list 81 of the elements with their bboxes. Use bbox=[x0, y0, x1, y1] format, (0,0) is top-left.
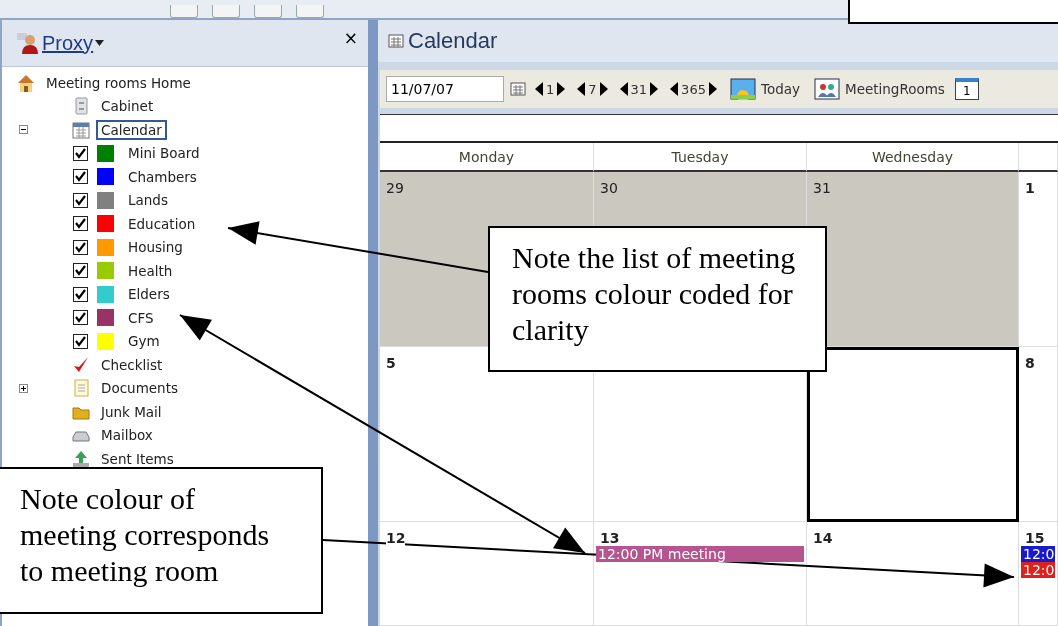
expand-toggle[interactable] bbox=[19, 383, 28, 393]
day-cell[interactable]: 1 bbox=[1019, 172, 1058, 347]
left-triangle-icon bbox=[619, 82, 628, 96]
day-number: 15 bbox=[1025, 530, 1045, 546]
calendar-icon bbox=[388, 34, 404, 48]
day-number: 1 bbox=[1025, 180, 1035, 196]
day-cell[interactable]: 14 bbox=[807, 522, 1019, 626]
tree-item[interactable]: Education bbox=[123, 213, 201, 234]
checkbox[interactable] bbox=[73, 263, 88, 279]
tree-item[interactable]: Mailbox bbox=[96, 425, 158, 446]
plus-icon bbox=[20, 384, 27, 392]
left-triangle-icon bbox=[670, 82, 679, 96]
right-triangle-icon bbox=[599, 82, 608, 96]
day-number: 31 bbox=[813, 180, 831, 196]
event[interactable]: 12:0 bbox=[1021, 562, 1055, 578]
checkbox[interactable] bbox=[73, 145, 88, 161]
checkbox[interactable] bbox=[73, 333, 88, 349]
day-cell[interactable]: 15 12:0 12:0 bbox=[1019, 522, 1058, 626]
tree-item[interactable]: Cabinet bbox=[96, 96, 159, 117]
day-number: 8 bbox=[1025, 355, 1035, 371]
house-icon bbox=[16, 72, 36, 93]
checkbox[interactable] bbox=[73, 169, 88, 185]
day-cell[interactable] bbox=[807, 347, 1019, 522]
day-number: 30 bbox=[600, 180, 618, 196]
step-control[interactable]: 365 bbox=[667, 81, 720, 97]
tree-item[interactable]: Calendar bbox=[96, 119, 167, 140]
right-triangle-icon bbox=[557, 82, 566, 96]
panel-title: Calendar bbox=[408, 28, 498, 54]
note-tooltip: Note the list of meeting rooms colour coded for clarity bbox=[488, 226, 827, 372]
tree-item[interactable]: Mini Board bbox=[123, 143, 205, 164]
caret-icon bbox=[95, 40, 105, 46]
tree-item[interactable]: Lands bbox=[123, 190, 173, 211]
step-control[interactable]: 7 bbox=[574, 81, 611, 97]
day-number: 29 bbox=[386, 180, 404, 196]
tree-item[interactable]: Health bbox=[123, 260, 178, 281]
checkbox[interactable] bbox=[73, 192, 88, 208]
checkbox[interactable] bbox=[73, 216, 88, 232]
day-number: 14 bbox=[813, 530, 833, 546]
checkbox[interactable] bbox=[73, 286, 88, 302]
left-triangle-icon bbox=[535, 82, 543, 96]
today-button[interactable]: Today bbox=[725, 78, 804, 100]
meeting-rooms-button[interactable]: MeetingRooms bbox=[810, 78, 949, 100]
event[interactable]: 12:0 bbox=[1021, 546, 1055, 562]
checkbox[interactable] bbox=[73, 310, 88, 326]
day-number: 5 bbox=[386, 355, 396, 371]
day-number: 12 bbox=[386, 530, 406, 546]
view-button[interactable]: 1 bbox=[954, 78, 979, 100]
tree-item[interactable]: Checklist bbox=[96, 354, 168, 375]
day-cell[interactable]: 12 bbox=[380, 522, 594, 626]
person-icon bbox=[16, 31, 40, 55]
calendar-icon bbox=[71, 119, 91, 140]
step-control[interactable]: 31 bbox=[616, 81, 662, 97]
day-cell[interactable]: 8 bbox=[1019, 347, 1058, 522]
proxy-menu[interactable]: Proxy bbox=[16, 31, 105, 55]
checkbox[interactable] bbox=[73, 239, 88, 255]
calendar-icon bbox=[510, 82, 526, 96]
tree-item[interactable]: CFS bbox=[123, 307, 159, 328]
tree-item[interactable]: Gym bbox=[123, 331, 165, 352]
tree-item[interactable]: Elders bbox=[123, 284, 175, 305]
tree-item[interactable]: Sent Items bbox=[96, 448, 179, 469]
tree-item[interactable]: Meeting rooms Home bbox=[41, 72, 196, 93]
date-field[interactable]: 11/07/07 bbox=[386, 76, 504, 102]
tree-item[interactable]: Junk Mail bbox=[96, 401, 167, 422]
step-control[interactable]: 1 bbox=[532, 81, 569, 97]
sun-icon bbox=[729, 78, 756, 100]
day-number: 13 bbox=[600, 530, 620, 546]
people-icon bbox=[814, 78, 840, 100]
day-cell[interactable]: 13 12:00 PM meeting bbox=[594, 522, 807, 626]
day-cell[interactable]: 31 bbox=[807, 172, 1019, 347]
tree-item[interactable]: Chambers bbox=[123, 166, 202, 187]
tree-item[interactable]: Documents bbox=[96, 378, 183, 399]
event[interactable]: 12:00 PM meeting bbox=[596, 546, 804, 562]
document-icon bbox=[71, 378, 91, 399]
collapse-toggle[interactable] bbox=[19, 125, 28, 135]
date-picker-button[interactable] bbox=[510, 82, 526, 96]
tree-item[interactable]: Housing bbox=[123, 237, 188, 258]
note-tooltip: Note colour of meeting corresponds to meeting room bbox=[0, 467, 323, 614]
left-triangle-icon bbox=[577, 82, 586, 96]
right-triangle-icon bbox=[650, 82, 659, 96]
close-button[interactable]: × bbox=[343, 28, 358, 48]
right-triangle-icon bbox=[708, 82, 717, 96]
